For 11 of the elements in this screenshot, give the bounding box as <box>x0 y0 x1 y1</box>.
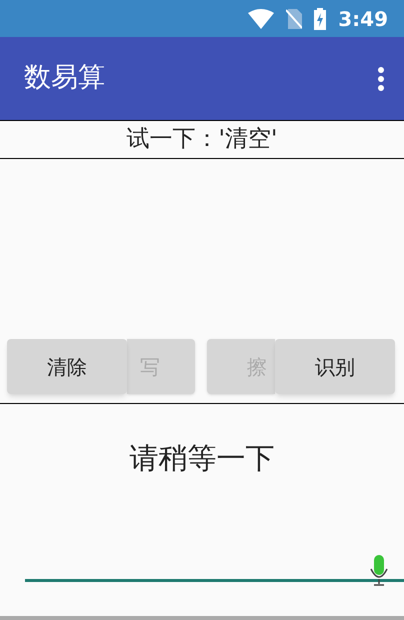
more-menu-icon[interactable] <box>378 66 384 90</box>
prompt-text: 试一下：'清空' <box>126 125 278 154</box>
wifi-icon <box>248 8 274 28</box>
clear-button[interactable]: 清除 <box>7 339 127 394</box>
status-message: 请稍等一下 <box>130 440 274 478</box>
battery-charging-icon <box>314 8 326 30</box>
app-title: 数易算 <box>24 61 105 96</box>
recognize-button[interactable]: 识别 <box>275 339 395 394</box>
microphone-icon[interactable] <box>370 555 388 587</box>
no-sim-icon <box>286 8 302 28</box>
status-time: 3:49 <box>338 6 388 32</box>
